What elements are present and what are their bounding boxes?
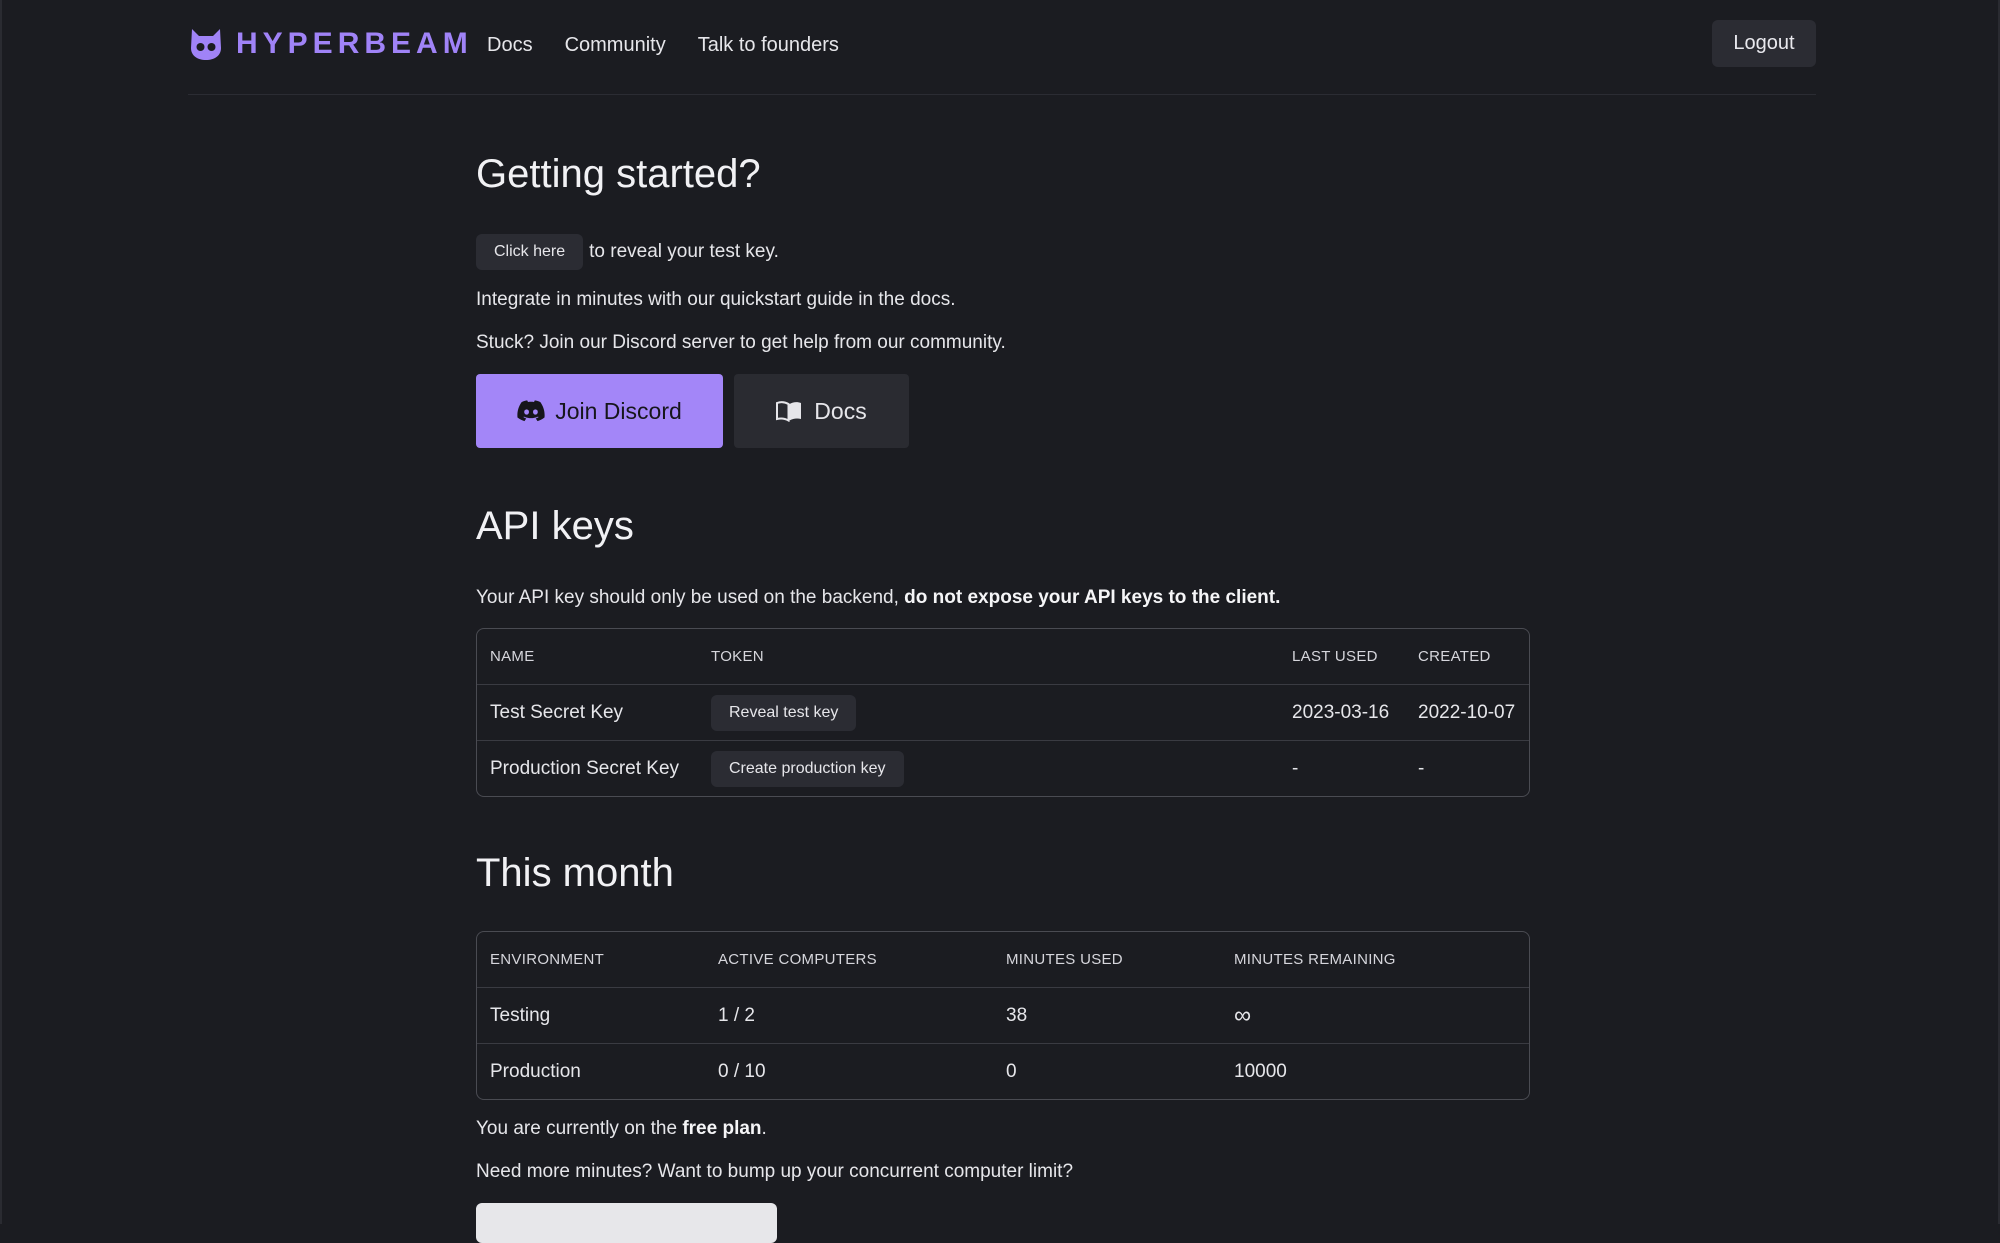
table-row: Testing 1 / 2 38 ∞ — [477, 987, 1529, 1044]
discord-help-text: Stuck? Join our Discord server to get he… — [476, 332, 1006, 353]
minutes-remaining: ∞ — [1221, 987, 1529, 1044]
docs-button[interactable]: Docs — [734, 374, 909, 448]
key-name: Test Secret Key — [477, 684, 698, 741]
docs-button-label: Docs — [814, 397, 867, 424]
token-cell: Create production key — [698, 740, 1279, 796]
this-month-title: This month — [476, 851, 674, 895]
plan-name: free plan — [682, 1118, 762, 1139]
table-row: Production 0 / 10 0 10000 — [477, 1043, 1529, 1099]
reveal-key-line: Click here to reveal your test key. — [476, 234, 779, 270]
reveal-key-button[interactable]: Click here — [476, 234, 584, 270]
key-last-used: - — [1279, 740, 1405, 796]
hyperbeam-logo-icon — [191, 29, 221, 60]
join-discord-button[interactable]: Join Discord — [476, 374, 723, 448]
discord-icon — [517, 400, 545, 422]
usage-table: ENVIRONMENT ACTIVE COMPUTERS MINUTES USE… — [476, 931, 1530, 1100]
plan-prefix: You are currently on the — [476, 1118, 678, 1139]
nav-docs[interactable]: Docs — [487, 34, 533, 57]
create-production-key-button[interactable]: Create production key — [711, 750, 904, 787]
book-icon — [776, 401, 802, 422]
col-environment: ENVIRONMENT — [490, 951, 605, 968]
col-minutes-used: MINUTES USED — [1006, 951, 1123, 968]
reveal-key-text: to reveal your test key. — [589, 241, 779, 262]
minutes-used: 38 — [993, 987, 1221, 1044]
table-header-row: ENVIRONMENT ACTIVE COMPUTERS MINUTES USE… — [477, 932, 1529, 988]
token-cell: Reveal test key — [698, 684, 1279, 741]
table-header-row: NAME TOKEN LAST USED CREATED — [477, 629, 1529, 685]
api-keys-warning: do not expose your API keys to the clien… — [904, 587, 1281, 608]
col-created: CREATED — [1418, 648, 1491, 665]
col-active-computers: ACTIVE COMPUTERS — [718, 951, 877, 968]
main-nav: Docs Community Talk to founders — [487, 34, 847, 57]
col-token: TOKEN — [711, 648, 764, 665]
minutes-used: 0 — [993, 1043, 1221, 1099]
join-discord-label: Join Discord — [555, 397, 682, 424]
plan-suffix: . — [761, 1118, 767, 1139]
api-keys-note-prefix: Your API key should only be used on the … — [476, 587, 899, 608]
brand-logo[interactable]: HYPERBEAM — [188, 26, 473, 62]
col-minutes-remaining: MINUTES REMAINING — [1234, 951, 1396, 968]
col-name: NAME — [490, 648, 535, 665]
api-keys-title: API keys — [476, 504, 634, 548]
api-keys-table: NAME TOKEN LAST USED CREATED Test Secret… — [476, 628, 1530, 797]
quickstart-text: Integrate in minutes with our quickstart… — [476, 289, 956, 310]
minutes-remaining: 10000 — [1221, 1043, 1529, 1099]
active-computers: 1 / 2 — [705, 987, 993, 1044]
key-created: - — [1405, 740, 1529, 796]
key-name: Production Secret Key — [477, 740, 698, 796]
key-created: 2022-10-07 — [1405, 684, 1529, 741]
key-last-used: 2023-03-16 — [1279, 684, 1405, 741]
environment: Testing — [477, 987, 705, 1044]
environment: Production — [477, 1043, 705, 1099]
upgrade-button[interactable] — [476, 1203, 777, 1243]
reveal-test-key-button[interactable]: Reveal test key — [711, 694, 857, 731]
top-header: HYPERBEAM Docs Community Talk to founder… — [188, 18, 1816, 95]
upsell-text: Need more minutes? Want to bump up your … — [476, 1161, 1074, 1182]
table-row: Test Secret Key Reveal test key 2023-03-… — [477, 684, 1529, 741]
api-keys-note: Your API key should only be used on the … — [476, 587, 1280, 609]
active-computers: 0 / 10 — [705, 1043, 993, 1099]
nav-talk-to-founders[interactable]: Talk to founders — [698, 34, 839, 57]
brand-name: HYPERBEAM — [236, 27, 473, 60]
nav-community[interactable]: Community — [565, 34, 666, 57]
logout-button[interactable]: Logout — [1712, 20, 1816, 67]
table-row: Production Secret Key Create production … — [477, 740, 1529, 796]
plan-text: You are currently on the free plan. — [476, 1118, 767, 1140]
getting-started-title: Getting started? — [476, 152, 761, 196]
col-last-used: LAST USED — [1292, 648, 1378, 665]
